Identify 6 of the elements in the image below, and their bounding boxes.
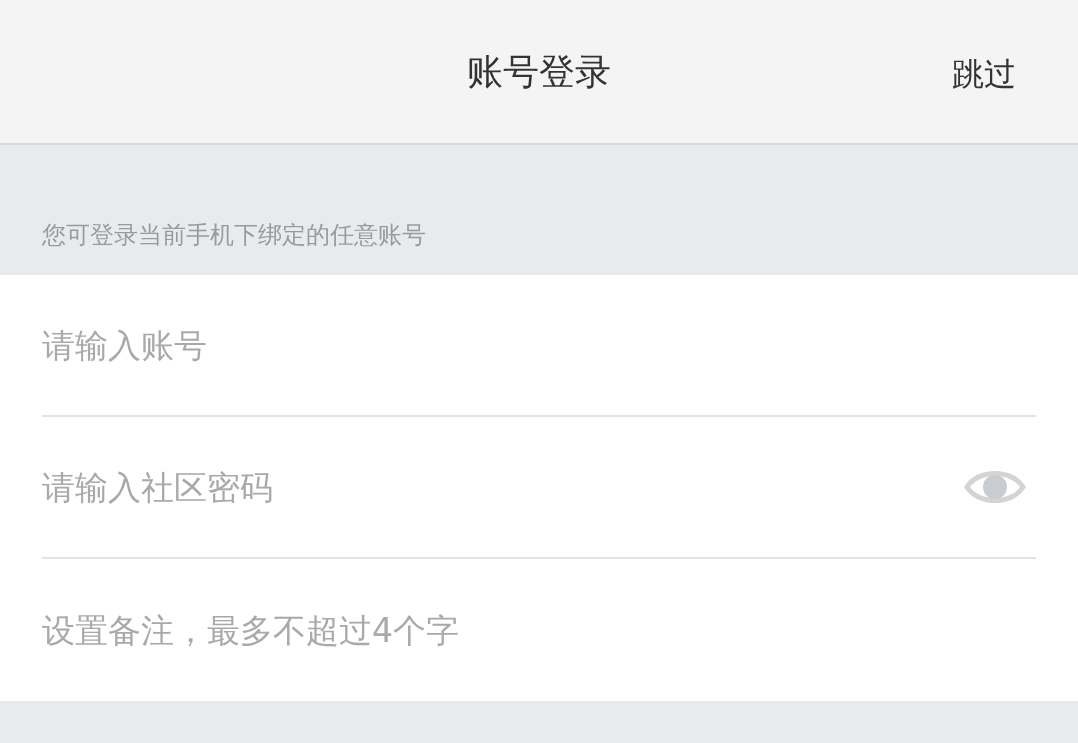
input-field[interactable]: 设置备注，最多不超过4个字 xyxy=(42,600,1036,660)
input-field[interactable]: 请输入社区密码 xyxy=(42,457,964,517)
page-title: 账号登录 xyxy=(467,49,611,94)
skip-button[interactable]: 跳过 xyxy=(952,50,1016,98)
hint-text: 您可登录当前手机下绑定的任意账号 xyxy=(42,220,426,251)
input-field[interactable]: 请输入账号 xyxy=(42,315,1036,375)
